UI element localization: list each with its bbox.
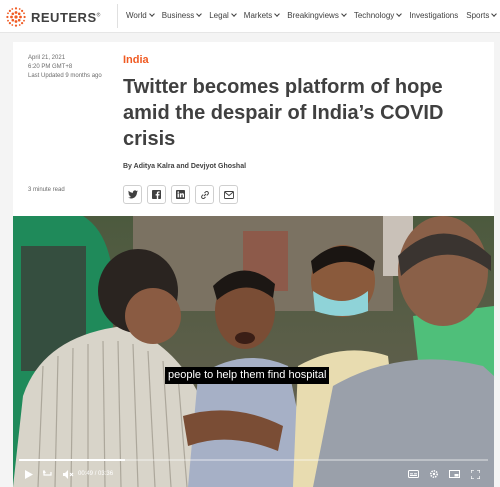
video-player[interactable]: people to help them find hospital 00:49 … — [13, 216, 494, 487]
share-bar — [123, 185, 238, 204]
read-time: 3 minute read — [28, 187, 65, 193]
replay-icon — [43, 469, 52, 476]
nav-item-legal[interactable]: Legal — [209, 11, 237, 20]
nav-item-business[interactable]: Business — [161, 11, 203, 20]
brand-name: REUTERS® — [31, 9, 101, 25]
article-headline: Twitter becomes platform of hope amid th… — [123, 76, 444, 150]
nav-item-label: Business — [161, 11, 195, 20]
video-progress-fill — [19, 459, 126, 461]
chevron-down-icon — [491, 11, 498, 17]
reuters-logo[interactable]: REUTERS® — [5, 6, 101, 28]
video-time: 00:49 / 03:36 — [78, 471, 113, 477]
pip-icon — [448, 470, 460, 478]
video-duration: 03:36 — [98, 471, 114, 477]
nav-item-sports[interactable]: Sports — [466, 11, 498, 20]
publish-date: April 21, 2021 — [28, 55, 66, 61]
section-kicker[interactable]: India — [123, 54, 149, 66]
nav-item-investigations[interactable]: Investigations — [409, 11, 458, 20]
share-twitter-button[interactable] — [123, 185, 142, 204]
video-controls: 00:49 / 03:36 — [13, 464, 494, 486]
link-icon — [200, 190, 209, 199]
last-updated: Last Updated 9 months ago — [28, 73, 102, 79]
main-nav: World Business Legal Markets Breakingviews Te… — [126, 11, 500, 20]
picture-in-picture-button[interactable] — [447, 468, 461, 480]
article-meta: April 21, 2021 6:20 PM GMT+8 Last Update… — [28, 54, 102, 81]
top-navigation-bar: REUTERS® World Business Legal Markets Breaki… — [0, 0, 500, 33]
article-byline[interactable]: By Aditya Kalra and Devjyot Ghoshal — [123, 163, 246, 170]
nav-item-markets[interactable]: Markets — [243, 11, 281, 20]
facebook-icon — [152, 190, 161, 199]
reuters-logo-icon — [6, 7, 26, 27]
chevron-down-icon — [340, 11, 347, 17]
nav-divider — [117, 4, 118, 28]
replay-button[interactable] — [41, 468, 55, 480]
nav-item-label: Markets — [243, 11, 273, 20]
nav-item-label: World — [126, 11, 147, 20]
video-frame-image — [13, 216, 494, 487]
play-button[interactable] — [23, 468, 35, 480]
video-progress-bar[interactable] — [19, 459, 488, 461]
captions-button[interactable] — [406, 468, 420, 480]
chevron-down-icon — [274, 11, 281, 17]
fullscreen-button[interactable] — [468, 468, 482, 480]
nav-item-world[interactable]: World — [126, 11, 155, 20]
copy-link-button[interactable] — [195, 185, 214, 204]
chevron-down-icon — [196, 11, 203, 17]
chevron-down-icon — [148, 11, 155, 17]
share-linkedin-button[interactable] — [171, 185, 190, 204]
volume-muted-icon — [62, 469, 73, 479]
nav-item-label: Sports — [466, 11, 490, 20]
time-separator: / — [94, 471, 97, 477]
mute-button[interactable] — [61, 468, 75, 480]
share-facebook-button[interactable] — [147, 185, 166, 204]
video-caption: people to help them find hospital — [165, 367, 330, 384]
nav-item-technology[interactable]: Technology — [353, 11, 403, 20]
gear-icon — [429, 469, 439, 479]
nav-item-label: Legal — [209, 11, 229, 20]
settings-button[interactable] — [427, 468, 441, 480]
play-icon — [25, 469, 33, 479]
nav-item-label: Technology — [353, 11, 395, 20]
chevron-down-icon — [396, 11, 403, 17]
share-email-button[interactable] — [219, 185, 238, 204]
current-time: 00:49 — [78, 471, 94, 477]
publish-time: 6:20 PM GMT+8 — [28, 64, 73, 70]
nav-item-label: Breakingviews — [287, 11, 339, 20]
chevron-down-icon — [230, 11, 237, 17]
nav-item-label: Investigations — [409, 11, 459, 20]
email-icon — [223, 190, 234, 199]
nav-item-breakingviews[interactable]: Breakingviews — [287, 11, 347, 20]
captions-icon — [407, 470, 419, 478]
article-card: April 21, 2021 6:20 PM GMT+8 Last Update… — [13, 42, 494, 487]
fullscreen-icon — [470, 469, 480, 479]
linkedin-icon — [176, 190, 185, 199]
twitter-icon — [127, 190, 138, 199]
